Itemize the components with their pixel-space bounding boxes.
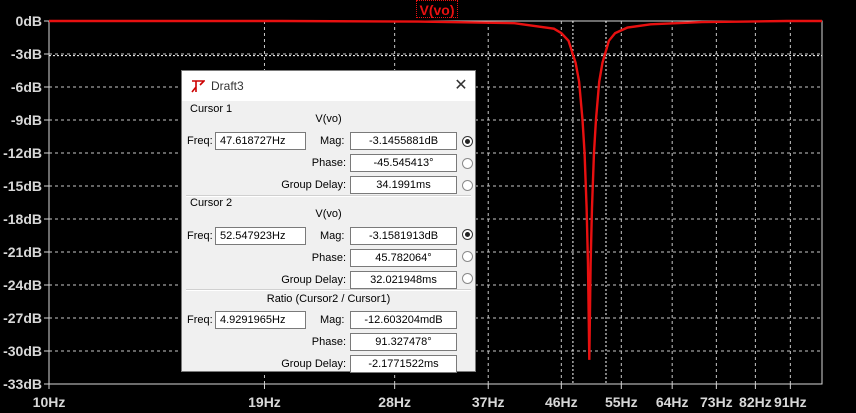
x-tick-label: 37Hz xyxy=(471,394,505,410)
x-tick-label: 28Hz xyxy=(378,394,411,410)
cursor2-phase-radio[interactable] xyxy=(462,251,473,262)
cursor1-freq-label: Freq: xyxy=(187,135,213,147)
y-tick-label: -15dB xyxy=(3,178,42,194)
cursor1-group-delay-label: Group Delay: xyxy=(281,179,346,191)
dialog-titlebar[interactable]: Draft3 ✕ xyxy=(182,71,475,101)
ratio-group-delay-field[interactable]: -2.1771522ms xyxy=(350,355,457,373)
x-tick-label: 19Hz xyxy=(248,394,281,410)
cursor1-phase-label: Phase: xyxy=(311,157,346,169)
ratio-group-delay-label: Group Delay: xyxy=(281,358,346,370)
x-tick-label: 91Hz xyxy=(773,394,807,410)
ratio-mag-field[interactable]: -12.603204mdB xyxy=(350,311,457,329)
trace-title[interactable]: V(vo) xyxy=(416,0,458,18)
cursor1-trace-name: V(vo) xyxy=(315,113,342,125)
y-tick-label: -27dB xyxy=(3,310,42,326)
y-tick-label: -18dB xyxy=(3,211,42,227)
ratio-freq-field[interactable]: 4.9291965Hz xyxy=(215,311,306,329)
ratio-phase-label: Phase: xyxy=(311,336,346,348)
cursor2-group-delay-label: Group Delay: xyxy=(281,274,346,286)
cursor1-phase-field[interactable]: -45.545413° xyxy=(350,154,457,172)
cursor1-mag-label: Mag: xyxy=(320,135,345,147)
y-tick-label: -30dB xyxy=(3,343,42,359)
cursor2-phase-label: Phase: xyxy=(311,252,346,264)
cursor2-freq-field[interactable]: 52.547923Hz xyxy=(215,227,306,245)
cursor1-group-delay-radio[interactable] xyxy=(462,180,473,191)
y-tick-label: -9dB xyxy=(10,112,42,128)
ltspice-logo-icon xyxy=(191,80,205,93)
cursor-dialog[interactable]: Draft3 ✕ Cursor 1 V(vo) Freq: 47.618727H… xyxy=(181,70,476,373)
cursor2-mag-field[interactable]: -3.1581913dB xyxy=(350,227,457,245)
cursor2-trace-name: V(vo) xyxy=(315,208,342,220)
x-tick-label: 10Hz xyxy=(32,394,66,410)
y-tick-label: -24dB xyxy=(3,277,42,293)
dialog-title: Draft3 xyxy=(211,79,244,93)
cursor2-mag-label: Mag: xyxy=(320,230,345,242)
cursor2-mag-radio[interactable] xyxy=(462,229,473,240)
y-tick-label: -21dB xyxy=(3,244,42,260)
close-icon[interactable]: ✕ xyxy=(451,76,471,96)
y-tick-label: -12dB xyxy=(3,145,42,161)
y-tick-label: -33dB xyxy=(3,376,42,392)
ratio-freq-label: Freq: xyxy=(187,314,213,326)
cursor1-mag-radio[interactable] xyxy=(462,136,473,147)
ratio-heading: Ratio (Cursor2 / Cursor1) xyxy=(266,293,391,305)
cursor1-mag-field[interactable]: -3.1455881dB xyxy=(350,132,457,150)
cursor1-phase-radio[interactable] xyxy=(462,158,473,169)
cursor1-freq-field[interactable]: 47.618727Hz xyxy=(215,132,306,150)
cursor2-group-delay-radio[interactable] xyxy=(462,273,473,284)
y-tick-label: -6dB xyxy=(10,79,42,95)
cursor2-freq-label: Freq: xyxy=(187,230,213,242)
cursor2-group-delay-field[interactable]: 32.021948ms xyxy=(350,271,457,289)
ratio-mag-label: Mag: xyxy=(320,314,345,326)
cursor1-group-delay-field[interactable]: 34.1991ms xyxy=(350,176,457,194)
cursor2-phase-field[interactable]: 45.782064° xyxy=(350,249,457,267)
y-tick-label: -3dB xyxy=(10,46,42,62)
ratio-phase-field[interactable]: 91.327478° xyxy=(350,333,457,351)
y-tick-label: 0dB xyxy=(15,13,42,29)
separator xyxy=(186,289,471,291)
